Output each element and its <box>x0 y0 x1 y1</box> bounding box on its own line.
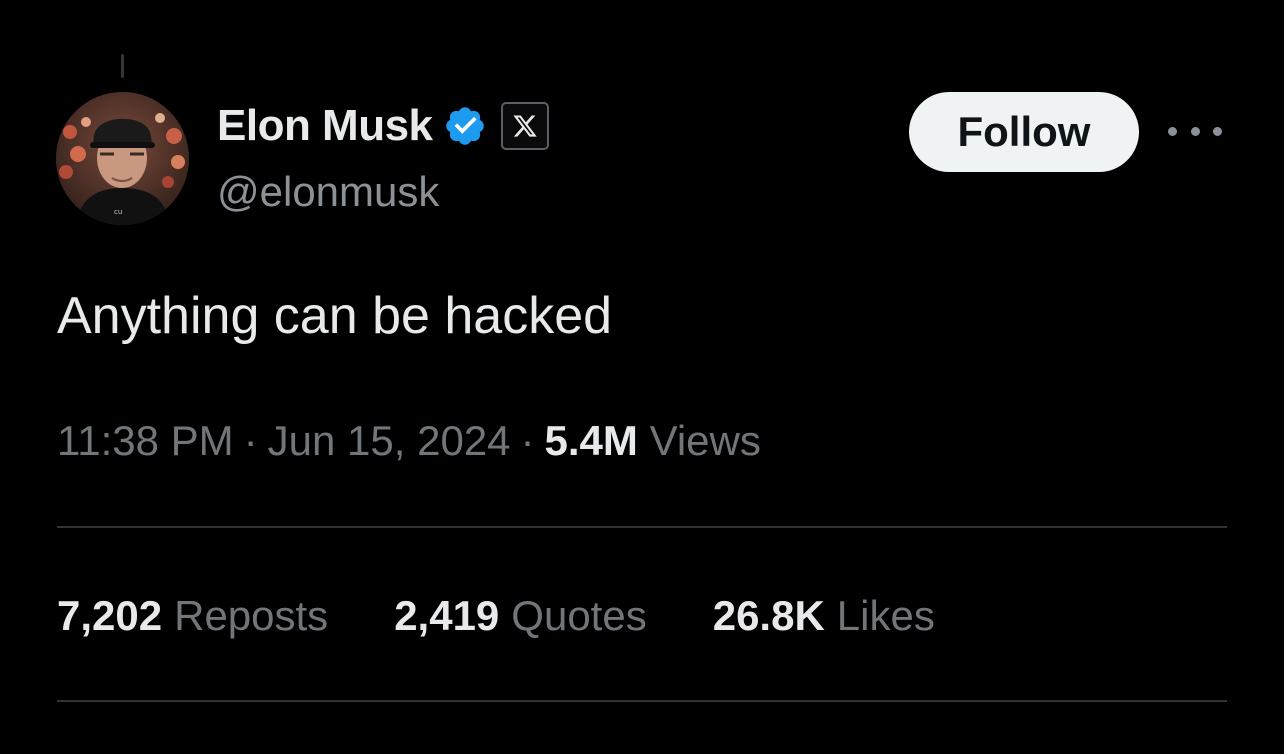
tweet-time[interactable]: 11:38 PM <box>57 417 234 464</box>
author-name-row: Elon Musk <box>217 100 549 152</box>
reposts-stat[interactable]: 7,202 Reposts <box>57 588 328 644</box>
more-dot <box>1168 126 1177 136</box>
author-handle[interactable]: @elonmusk <box>217 166 439 218</box>
quotes-stat[interactable]: 2,419 Quotes <box>394 588 647 644</box>
views-count[interactable]: 5.4M <box>545 417 638 464</box>
avatar[interactable]: cu <box>56 92 189 225</box>
x-logo-icon[interactable] <box>500 102 549 150</box>
meta-separator: · <box>520 417 535 464</box>
reposts-label: Reposts <box>174 592 329 639</box>
more-dot <box>1213 126 1222 136</box>
author-display-name[interactable]: Elon Musk <box>217 100 433 152</box>
tweet-meta: 11:38 PM · Jun 15, 2024 · 5.4M Views <box>57 413 761 469</box>
more-dot <box>1190 126 1200 136</box>
meta-separator: · <box>243 417 258 464</box>
avatar-image: cu <box>56 92 189 225</box>
tweet-text: Anything can be hacked <box>57 287 613 345</box>
thread-connector-line <box>121 54 124 78</box>
quotes-label: Quotes <box>511 592 647 639</box>
follow-button[interactable]: Follow <box>909 92 1139 172</box>
reposts-count: 7,202 <box>57 592 163 639</box>
svg-text:cu: cu <box>114 208 122 216</box>
likes-label: Likes <box>836 592 935 639</box>
likes-count: 26.8K <box>712 592 825 639</box>
tweet-date[interactable]: Jun 15, 2024 <box>268 417 511 464</box>
divider <box>57 526 1227 528</box>
likes-stat[interactable]: 26.8K Likes <box>713 588 935 644</box>
views-label[interactable]: Views <box>650 417 761 464</box>
engagement-stats: 7,202 Reposts 2,419 Quotes 26.8K Likes <box>57 588 935 644</box>
verified-badge-icon[interactable] <box>443 104 487 148</box>
more-horizontal-icon[interactable] <box>1168 116 1222 146</box>
divider <box>57 700 1227 702</box>
quotes-count: 2,419 <box>394 592 500 639</box>
